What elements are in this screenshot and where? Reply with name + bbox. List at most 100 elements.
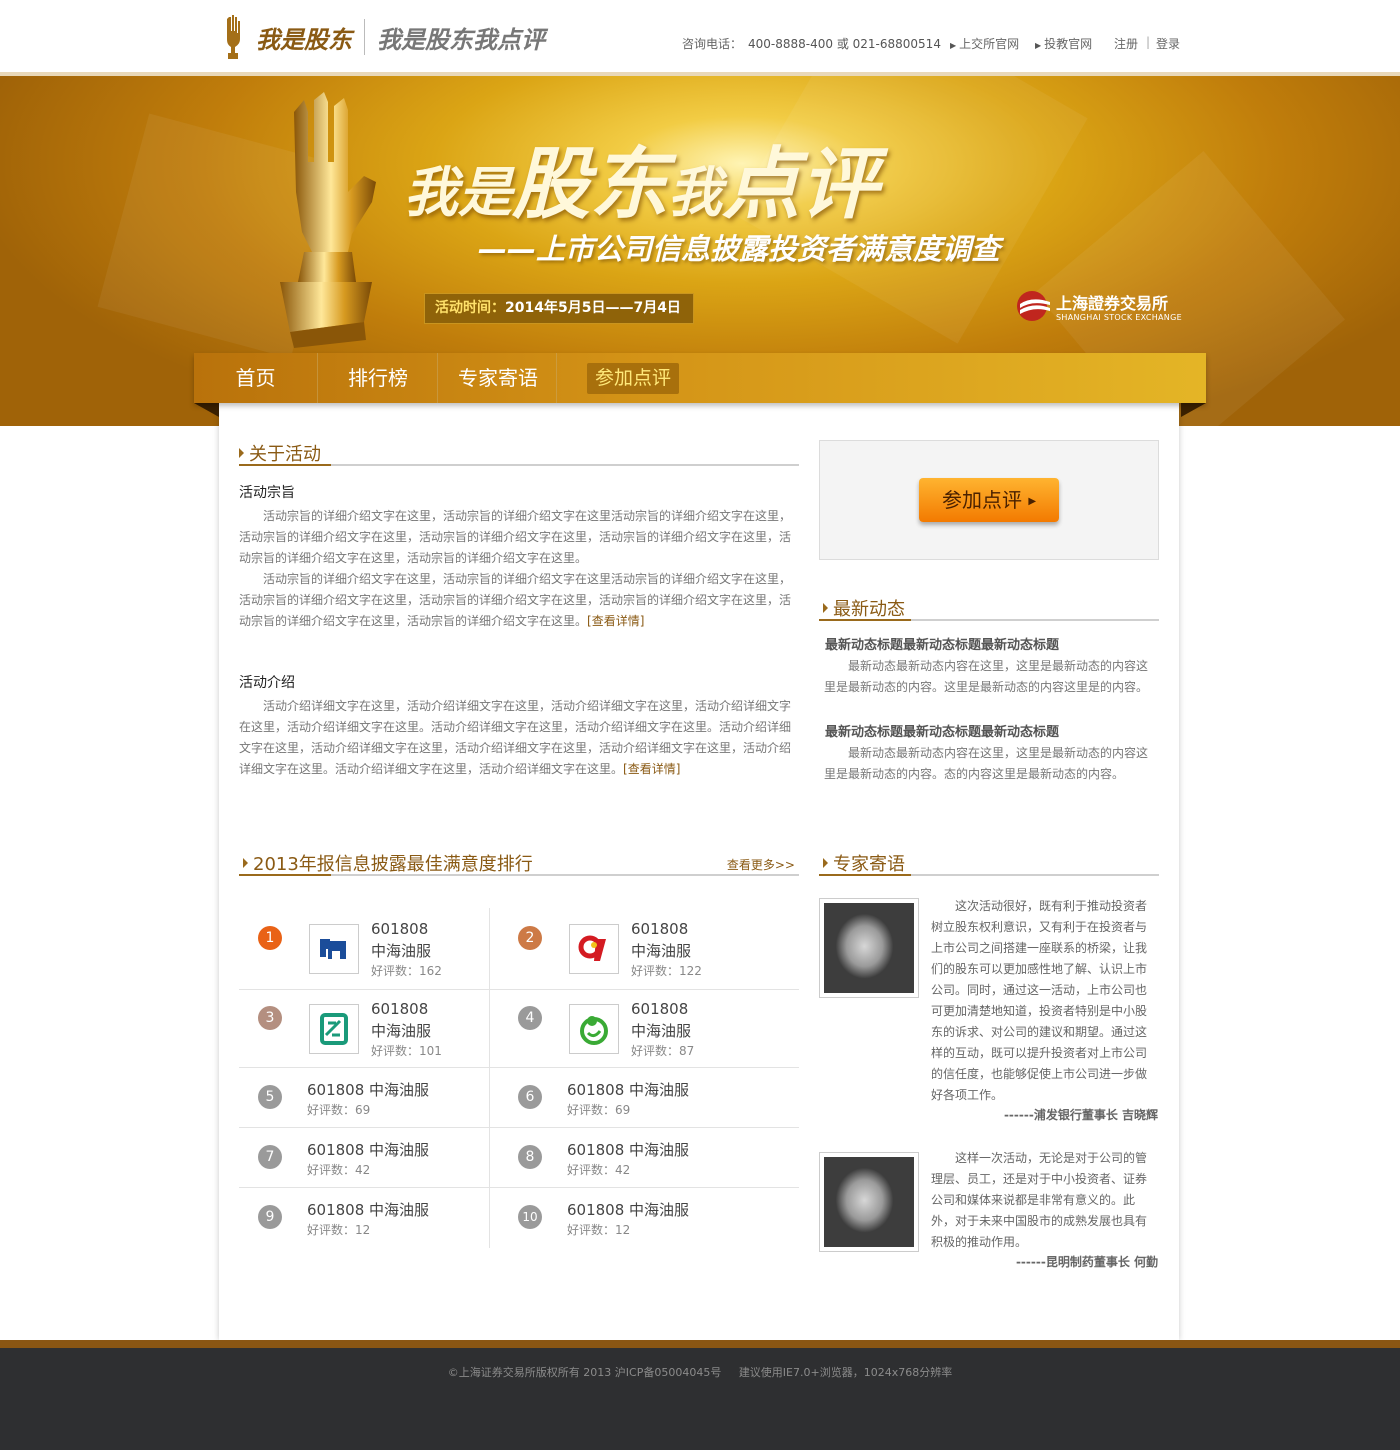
good-count-label: 好评数： <box>631 964 680 978</box>
sse-emblem-icon <box>1016 290 1052 326</box>
good-count: 好评数：69 <box>307 1101 370 1118</box>
link-sse-label: 上交所官网 <box>959 37 1020 51</box>
company-name[interactable]: 中海油服 <box>631 940 691 961</box>
good-count: 好评数：42 <box>307 1161 370 1178</box>
purpose-title: 活动宗旨 <box>239 485 295 501</box>
good-count-value: 122 <box>679 964 702 978</box>
join-review-label: 参加点评 <box>941 488 1022 512</box>
good-count-value: 69 <box>355 1103 371 1117</box>
experts-title-text: 专家寄语 <box>833 854 905 875</box>
nav-fold-right <box>1181 403 1206 417</box>
company-logo-icon[interactable] <box>569 924 619 974</box>
purpose-paragraph-1: 活动宗旨的详细介绍文字在这里，活动宗旨的详细介绍文字在这里活动宗旨的详细介绍文字… <box>239 509 792 565</box>
register-link[interactable]: 注册 <box>1114 35 1138 52</box>
ranking-divider <box>239 1187 799 1188</box>
banner-title-part: 点评 <box>722 140 879 230</box>
intro-detail-link[interactable]: [查看详情] <box>623 762 680 776</box>
rank-badge: 1 <box>258 926 282 950</box>
good-count-value: 87 <box>679 1044 695 1058</box>
good-count-label: 好评数： <box>307 1103 356 1117</box>
good-count-label: 好评数： <box>567 1103 616 1117</box>
nav-home[interactable]: 首页 <box>194 353 317 403</box>
company-code: 601808 <box>371 1000 429 1018</box>
company-logo-icon[interactable] <box>569 1004 619 1054</box>
company-code-name[interactable]: 601808 中海油服 <box>307 1079 429 1100</box>
link-edu-site[interactable]: ▶ 投教官网 <box>1035 35 1092 52</box>
nav-divider <box>437 353 438 403</box>
good-count: 好评数：162 <box>371 962 442 979</box>
expert-portrait-image <box>824 1157 914 1247</box>
intro-paragraph-text: 活动介绍详细文字在这里，活动介绍详细文字在这里，活动介绍详细文字在这里，活动介绍… <box>239 699 792 776</box>
company-name[interactable]: 中海油服 <box>371 940 431 961</box>
company-code-name[interactable]: 601808 中海油服 <box>307 1199 429 1220</box>
company-name[interactable]: 中海油服 <box>631 1020 691 1041</box>
brand-name: 我是股东 <box>256 24 352 54</box>
activity-time: 活动时间：2014年5月5日——7月4日 <box>424 293 694 324</box>
company-code: 601808 <box>307 1201 365 1219</box>
header-rule-accent <box>819 619 911 621</box>
company-code: 601808 <box>631 1000 689 1018</box>
rank-badge: 3 <box>258 1006 282 1030</box>
good-count: 好评数：101 <box>371 1042 442 1059</box>
company-logo-icon[interactable] <box>309 1004 359 1054</box>
rank-badge: 8 <box>518 1145 542 1169</box>
company-code-name[interactable]: 601808 中海油服 <box>567 1079 689 1100</box>
good-count-value: 12 <box>615 1223 631 1237</box>
nav-ranking[interactable]: 排行榜 <box>319 353 437 403</box>
good-count-value: 12 <box>355 1223 371 1237</box>
site-logo[interactable]: 我是股东 我是股东我点评 <box>226 14 545 60</box>
company-code-name[interactable]: 601808 中海油服 <box>567 1199 689 1220</box>
link-sse-site[interactable]: ▶ 上交所官网 <box>950 35 1019 52</box>
sse-name-en: SHANGHAI STOCK EXCHANGE <box>1056 312 1182 322</box>
news-title-text: 最新动态 <box>833 599 905 620</box>
banner-title-part: 我 <box>668 161 723 224</box>
nav-divider <box>317 353 318 403</box>
footer: ©上海证券交易所版权所有 2013 沪ICP备05004045号 建议使用IE7… <box>0 1348 1400 1450</box>
good-count-label: 好评数： <box>631 1044 680 1058</box>
triangle-icon <box>239 448 244 458</box>
good-count-label: 好评数： <box>567 1223 616 1237</box>
triangle-icon <box>823 858 828 868</box>
login-link[interactable]: 登录 <box>1156 35 1180 52</box>
nav-experts[interactable]: 专家寄语 <box>439 353 557 403</box>
expert-quote: 这样一次活动，无论是对于公司的管理层、员工，还是对于中小投资者、证券公司和媒体来… <box>931 1151 1148 1249</box>
purpose-detail-link[interactable]: [查看详情] <box>587 614 644 628</box>
login-separator: | <box>1146 35 1151 49</box>
good-count: 好评数：87 <box>631 1042 694 1059</box>
ranking-title: 2013年报信息披露最佳满意度排行 <box>243 850 533 876</box>
good-count: 好评数：12 <box>567 1221 630 1238</box>
company-code-name[interactable]: 601808 中海油服 <box>307 1139 429 1160</box>
good-count-value: 42 <box>355 1163 371 1177</box>
banner-title-part: 我是 <box>404 161 512 224</box>
expert-photo <box>819 898 919 998</box>
join-review-button[interactable]: 参加点评 ▶ <box>919 478 1059 522</box>
cta-panel: 参加点评 ▶ <box>819 440 1159 560</box>
company-name[interactable]: 中海油服 <box>371 1020 431 1041</box>
about-section-header: 关于活动 <box>239 440 799 466</box>
ranking-title-text: 2013年报信息披露最佳满意度排行 <box>253 854 533 875</box>
hotline-number: 400-8888-400 或 021-68800514 <box>748 37 941 51</box>
banner-title-part: 股东 <box>512 140 669 230</box>
good-count: 好评数：42 <box>567 1161 630 1178</box>
good-count-value: 162 <box>419 964 442 978</box>
company-logo-icon[interactable] <box>309 924 359 974</box>
news-item-title[interactable]: 最新动态标题最新动态标题最新动态标题 <box>825 721 1059 740</box>
company-code: 601808 <box>371 920 429 938</box>
company-code-name[interactable]: 601808 中海油服 <box>567 1139 689 1160</box>
banner-subtitle: ——上市公司信息披露投资者满意度调查 <box>478 232 1001 266</box>
company-name: 中海油服 <box>629 1081 690 1099</box>
good-count: 好评数：122 <box>631 962 702 979</box>
rank-badge: 4 <box>518 1006 542 1030</box>
rank-badge: 10 <box>518 1205 542 1229</box>
ranking-divider-vertical <box>489 908 490 1248</box>
company-code: 601808 <box>307 1141 365 1159</box>
company-code: 601808 <box>567 1201 625 1219</box>
header-rule-accent <box>239 874 331 876</box>
good-count-label: 好评数： <box>371 964 420 978</box>
company-code: 601808 <box>567 1141 625 1159</box>
experts-title: 专家寄语 <box>823 850 905 876</box>
news-item-title[interactable]: 最新动态标题最新动态标题最新动态标题 <box>825 634 1059 653</box>
nav-join-review[interactable]: 参加点评 <box>587 363 679 394</box>
ranking-more-link[interactable]: 查看更多>> <box>727 856 795 873</box>
expert-photo <box>819 1152 919 1252</box>
